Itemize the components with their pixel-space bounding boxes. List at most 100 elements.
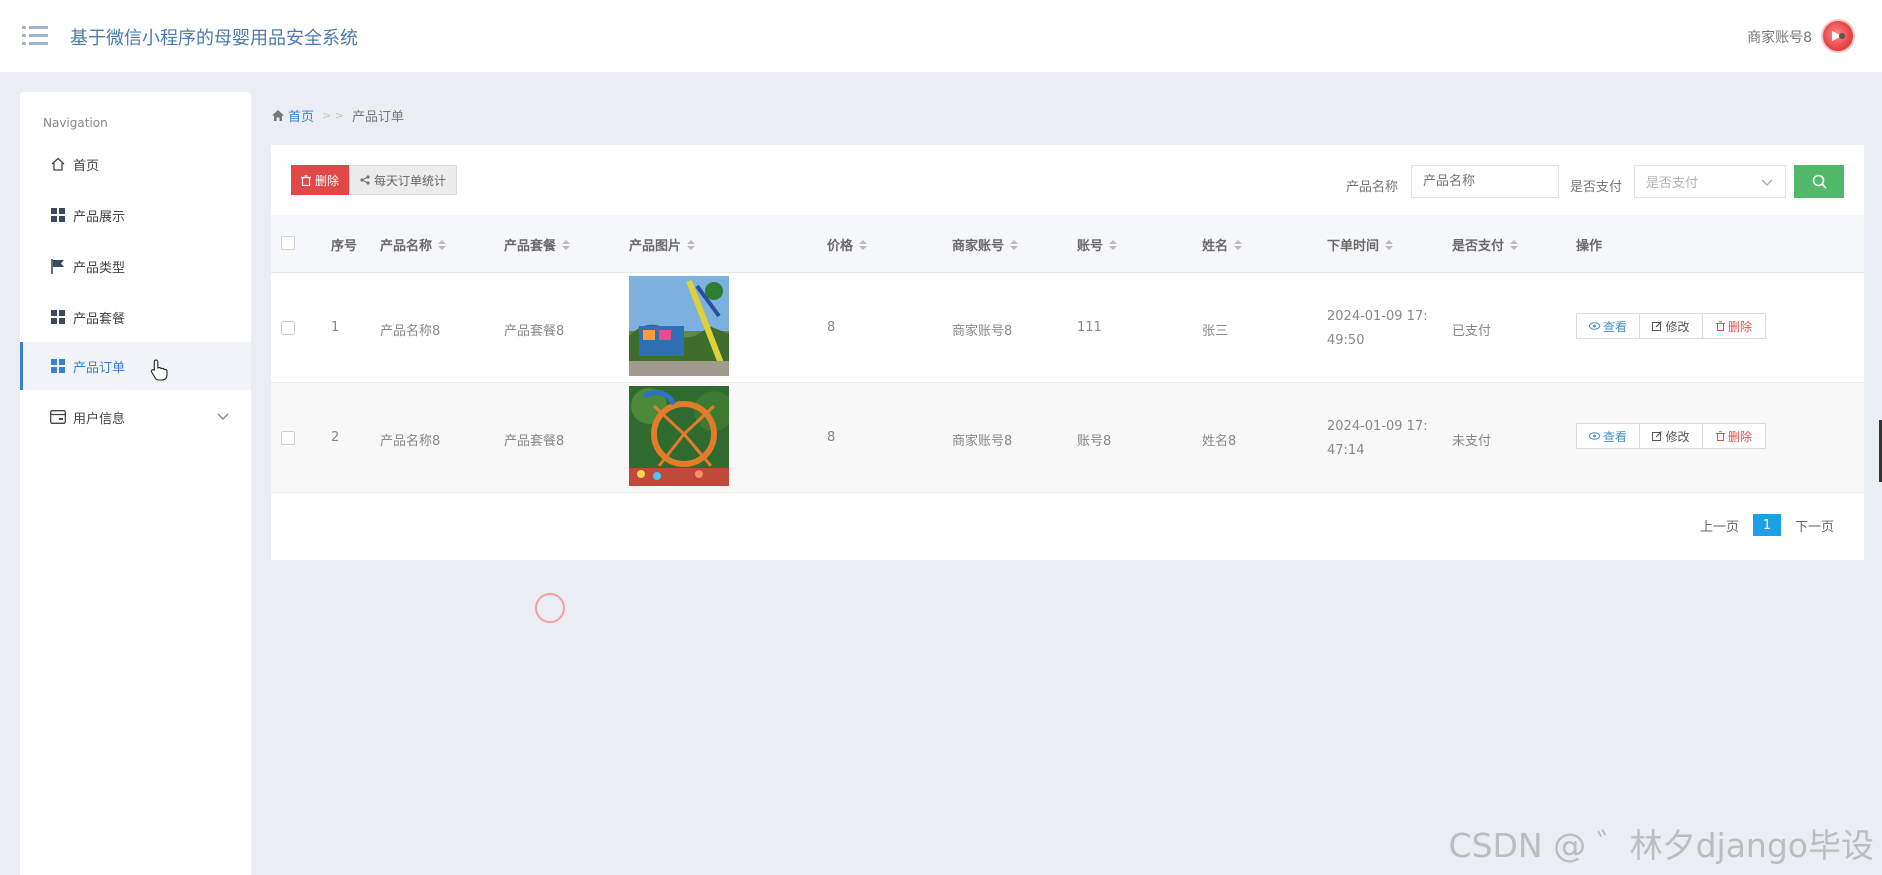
view-button[interactable]: 查看 (1576, 313, 1640, 339)
cell-order-time: 2024-01-09 17: 47:14 (1327, 415, 1437, 463)
column-header-name[interactable]: 姓名 (1202, 235, 1243, 254)
cell-price: 8 (827, 430, 836, 445)
cell-index: 2 (331, 430, 340, 445)
menu-toggle-icon[interactable] (22, 24, 48, 46)
column-header-order-time[interactable]: 下单时间 (1327, 235, 1394, 254)
breadcrumb-home[interactable]: 首页 (272, 106, 314, 125)
sidebar-item-home[interactable]: 首页 (20, 140, 251, 188)
trash-icon (300, 174, 311, 186)
table-row: 2 产品名称8 产品套餐8 8 商家账号8 账号8 姓名8 2024-01-09… (271, 383, 1864, 493)
breadcrumb-current: 产品订单 (351, 110, 404, 125)
cell-order-time-line2: 47:14 (1327, 443, 1365, 458)
edit-label: 修改 (1665, 429, 1690, 444)
delete-label: 删除 (1727, 319, 1752, 334)
sidebar-item-label: 产品订单 (73, 360, 126, 376)
grid-icon (50, 358, 66, 374)
flag-icon (50, 258, 66, 274)
sort-icon (1010, 239, 1019, 250)
home-icon (50, 156, 66, 172)
search-icon (1812, 174, 1827, 189)
edit-label: 修改 (1665, 319, 1690, 334)
product-name-input[interactable] (1411, 165, 1559, 198)
top-bar: 基于微信小程序的母婴用品安全系统 商家账号8 (0, 0, 1882, 72)
main-panel: 删除 每天订单统计 产品名称 是否支付 是否支付 序号 产品名称 产品套餐 产品… (271, 145, 1864, 560)
sidebar-item-user-info[interactable]: 用户信息 (20, 393, 251, 441)
sidebar-item-label: 用户信息 (73, 411, 126, 427)
product-image[interactable] (629, 276, 729, 376)
row-checkbox[interactable] (281, 431, 295, 445)
delete-button[interactable]: 删除 (1702, 423, 1766, 449)
product-image[interactable] (629, 386, 729, 486)
next-page-link[interactable]: 下一页 (1795, 516, 1834, 535)
cell-merchant: 商家账号8 (952, 324, 1013, 339)
cell-product-name: 产品名称8 (380, 324, 441, 339)
row-checkbox[interactable] (281, 321, 295, 335)
loading-spinner-icon (535, 593, 565, 623)
sidebar-item-product-display[interactable]: 产品展示 (20, 191, 251, 239)
prev-page-link[interactable]: 上一页 (1700, 516, 1739, 535)
view-button[interactable]: 查看 (1576, 423, 1640, 449)
sort-icon (859, 239, 868, 250)
home-icon (272, 110, 284, 121)
delete-label: 删除 (1727, 429, 1752, 444)
search-button[interactable] (1794, 165, 1844, 198)
cell-account: 111 (1077, 320, 1102, 335)
sidebar-item-label: 产品展示 (73, 209, 126, 225)
sidebar-item-label: 产品类型 (73, 260, 126, 276)
sidebar-item-product-type[interactable]: 产品类型 (20, 242, 251, 290)
cell-package: 产品套餐8 (504, 434, 565, 449)
hand-cursor-icon (150, 359, 168, 385)
sidebar-item-product-package[interactable]: 产品套餐 (20, 293, 251, 341)
cell-name: 姓名8 (1202, 434, 1237, 449)
pagination: 上一页 1 下一页 (1700, 514, 1834, 536)
app-title: 基于微信小程序的母婴用品安全系统 (70, 28, 358, 49)
trash-icon (1715, 431, 1725, 441)
paid-select-placeholder: 是否支付 (1646, 176, 1699, 191)
daily-stats-label: 每天订单统计 (373, 173, 446, 188)
daily-stats-button[interactable]: 每天订单统计 (349, 165, 457, 195)
column-header-product-name[interactable]: 产品名称 (380, 235, 447, 254)
page-number-current[interactable]: 1 (1752, 514, 1781, 536)
column-header-price[interactable]: 价格 (827, 235, 868, 254)
column-header-image[interactable]: 产品图片 (629, 235, 696, 254)
eye-icon (1588, 432, 1600, 440)
edit-button[interactable]: 修改 (1639, 423, 1703, 449)
edit-icon (1652, 321, 1663, 331)
batch-delete-label: 删除 (314, 173, 339, 188)
view-label: 查看 (1602, 429, 1627, 444)
user-name[interactable]: 商家账号8 (1747, 27, 1812, 47)
column-header-paid[interactable]: 是否支付 (1452, 235, 1519, 254)
trash-icon (1715, 321, 1725, 331)
sidebar: Navigation 首页 产品展示 产品类型 产品套餐 产品订单 用户信息 (20, 92, 251, 875)
edit-icon (1652, 431, 1663, 441)
cell-name: 张三 (1202, 324, 1229, 339)
column-header-package[interactable]: 产品套餐 (504, 235, 571, 254)
sort-icon (438, 239, 447, 250)
column-header-index[interactable]: 序号 (331, 235, 357, 254)
cell-account: 账号8 (1077, 434, 1112, 449)
grid-icon (50, 207, 66, 223)
column-header-merchant[interactable]: 商家账号 (952, 235, 1019, 254)
batch-delete-button[interactable]: 删除 (291, 165, 349, 195)
eye-icon (1588, 322, 1600, 330)
avatar[interactable] (1821, 19, 1855, 53)
nav-heading: Navigation (43, 116, 108, 130)
column-header-account[interactable]: 账号 (1077, 235, 1118, 254)
cell-order-time: 2024-01-09 17: 49:50 (1327, 305, 1437, 353)
cell-order-time-line1: 2024-01-09 17: (1327, 309, 1428, 324)
breadcrumb-separator: > > (322, 109, 344, 122)
sort-icon (1109, 239, 1118, 250)
grid-icon (50, 309, 66, 325)
sidebar-item-product-order[interactable]: 产品订单 (20, 342, 251, 390)
cell-package: 产品套餐8 (504, 324, 565, 339)
sort-icon (687, 239, 696, 250)
select-all-checkbox[interactable] (281, 236, 295, 250)
avatar-icon (1832, 31, 1845, 41)
delete-button[interactable]: 删除 (1702, 313, 1766, 339)
sidebar-item-label: 产品套餐 (73, 311, 126, 327)
cell-order-time-line1: 2024-01-09 17: (1327, 419, 1428, 434)
watermark: CSDN @ ゛林夕django毕设 (1448, 826, 1874, 865)
cell-price: 8 (827, 320, 836, 335)
paid-select[interactable]: 是否支付 (1634, 165, 1786, 198)
edit-button[interactable]: 修改 (1639, 313, 1703, 339)
